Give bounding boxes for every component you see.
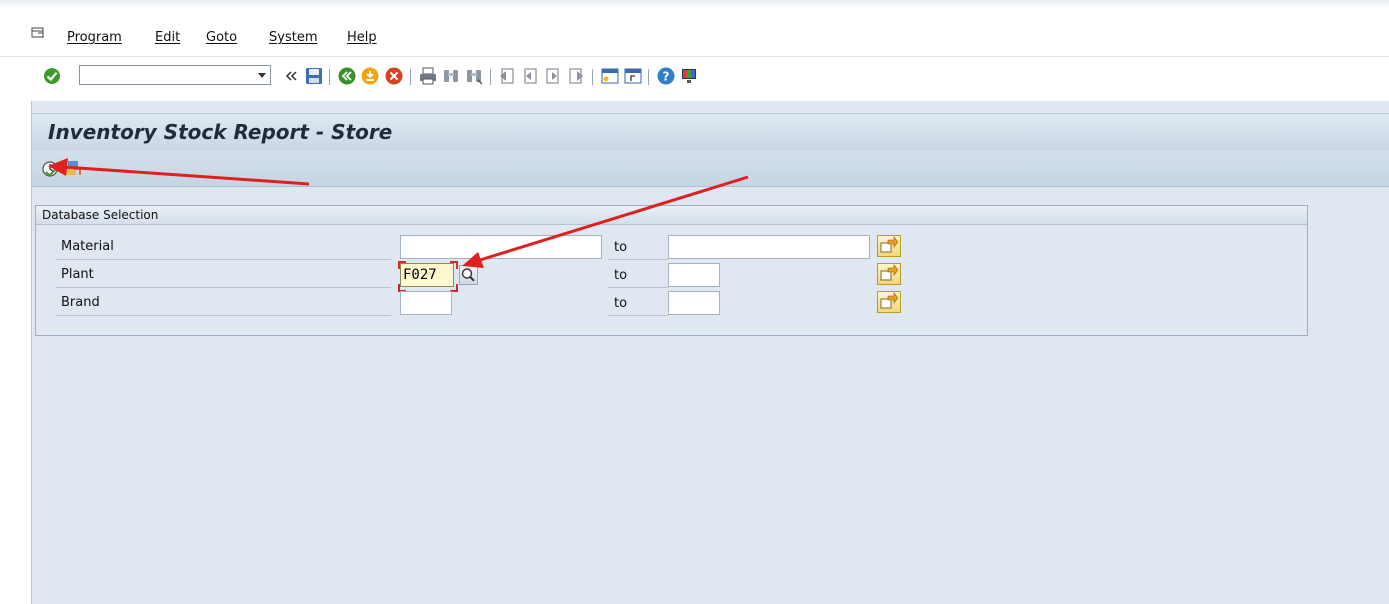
next-page-icon[interactable] [543, 66, 563, 86]
row-divider [608, 259, 668, 260]
customize-layout-icon[interactable] [679, 66, 699, 86]
multiple-selection-icon [880, 292, 899, 309]
svg-text:?: ? [663, 70, 670, 84]
material-low-input[interactable] [400, 235, 602, 259]
execute-icon[interactable] [41, 160, 61, 178]
database-selection-group: Database Selection Material to Plant F02… [35, 205, 1308, 336]
chevron-down-icon[interactable] [258, 73, 266, 78]
row-divider [56, 287, 391, 288]
search-icon [461, 268, 475, 282]
menu-toggle-icon[interactable] [31, 27, 45, 39]
menu-separator [0, 56, 1389, 57]
enter-icon[interactable] [42, 66, 62, 86]
material-multiple-selection-button[interactable] [877, 235, 901, 257]
menu-edit[interactable]: Edit [155, 30, 180, 45]
main-screen: Inventory Stock Report - Store Database … [31, 101, 1389, 604]
toolbar-separator [648, 69, 649, 85]
selection-row-material: Material to [36, 234, 1309, 260]
plant-value-help-button[interactable] [459, 265, 478, 285]
exit-icon[interactable] [360, 66, 380, 86]
field-label-brand: Brand [61, 295, 100, 310]
previous-page-icon[interactable] [520, 66, 540, 86]
menu-system[interactable]: System [269, 30, 317, 45]
toolbar-separator [490, 69, 491, 85]
save-icon[interactable] [304, 66, 324, 86]
cancel-icon[interactable] [384, 66, 404, 86]
selection-row-plant: Plant F027 to [36, 261, 1309, 292]
field-label-material: Material [61, 239, 114, 254]
find-next-icon[interactable] [464, 66, 484, 86]
focus-corner [398, 261, 406, 269]
row-divider [608, 287, 668, 288]
help-icon[interactable]: ? [656, 66, 676, 86]
plant-multiple-selection-button[interactable] [877, 263, 901, 285]
to-label: to [614, 268, 628, 283]
get-variant-icon[interactable] [63, 160, 83, 178]
create-session-icon[interactable] [600, 66, 620, 86]
multiple-selection-icon [880, 236, 899, 253]
title-bar: Inventory Stock Report - Store [31, 113, 1389, 151]
plant-low-input[interactable]: F027 [400, 263, 454, 287]
row-divider [56, 315, 391, 316]
back-arrows-icon[interactable] [282, 66, 298, 86]
selection-row-brand: Brand to [36, 290, 1309, 316]
focus-corner [450, 261, 458, 269]
menu-help[interactable]: Help [347, 30, 377, 45]
last-page-icon[interactable] [566, 66, 586, 86]
menu-goto[interactable]: Goto [206, 30, 237, 45]
to-label: to [614, 240, 628, 255]
to-label: to [614, 296, 628, 311]
window-top-band [0, 0, 1389, 10]
plant-high-input[interactable] [668, 263, 720, 287]
brand-low-input[interactable] [400, 291, 452, 315]
row-divider [56, 259, 391, 260]
print-icon[interactable] [418, 66, 438, 86]
menu-bar: Program Edit Goto System Help [0, 24, 1389, 50]
toolbar-separator [329, 69, 330, 85]
multiple-selection-icon [880, 264, 899, 281]
first-page-icon[interactable] [497, 66, 517, 86]
group-header: Database Selection [36, 206, 1307, 225]
menu-program[interactable]: Program [67, 30, 122, 45]
field-label-plant: Plant [61, 267, 94, 282]
application-toolbar [31, 150, 1389, 187]
toolbar-separator [592, 69, 593, 85]
toolbar-separator [410, 69, 411, 85]
find-icon[interactable] [441, 66, 461, 86]
back-icon[interactable] [337, 66, 357, 86]
brand-high-input[interactable] [668, 291, 720, 315]
group-title: Database Selection [42, 208, 159, 222]
standard-toolbar: ? [0, 58, 1389, 96]
command-field[interactable] [79, 65, 271, 85]
row-divider [608, 315, 668, 316]
shortcut-icon[interactable] [623, 66, 643, 86]
screen-left-border [31, 101, 32, 604]
material-high-input[interactable] [668, 235, 870, 259]
page-title: Inventory Stock Report - Store [48, 120, 393, 144]
brand-multiple-selection-button[interactable] [877, 291, 901, 313]
